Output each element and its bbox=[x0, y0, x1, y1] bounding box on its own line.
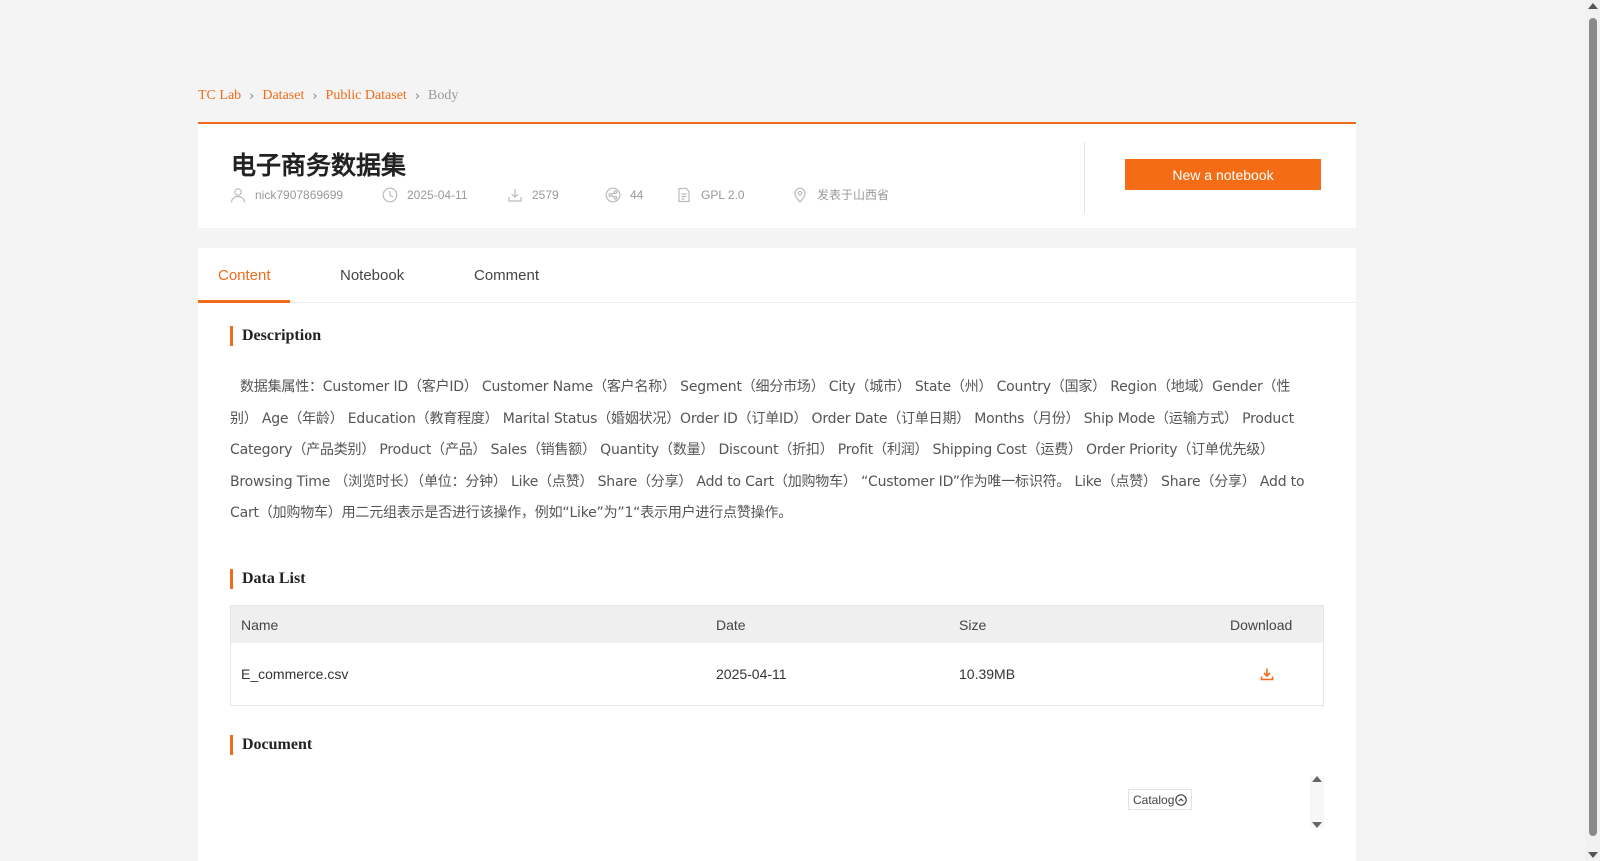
location-pin-icon bbox=[794, 187, 806, 203]
tab-bar: Content Notebook Comment bbox=[198, 248, 1356, 303]
table-header: Name Date Size Download bbox=[231, 606, 1323, 643]
chevron-up-circle-icon bbox=[1175, 793, 1188, 806]
meta-downloads: 2579 bbox=[507, 187, 605, 203]
tab-content[interactable]: Content bbox=[218, 267, 271, 284]
page: TC Lab › Dataset › Public Dataset › Body… bbox=[0, 0, 1600, 861]
download-icon bbox=[508, 188, 522, 202]
dataset-header: 电子商务数据集 nick7907869699 2025-04-11 2579 4… bbox=[198, 122, 1356, 228]
download-button[interactable] bbox=[1259, 666, 1275, 682]
file-name[interactable]: E_commerce.csv bbox=[241, 666, 348, 682]
license: GPL 2.0 bbox=[701, 187, 745, 202]
download-count: 2579 bbox=[532, 187, 559, 202]
breadcrumb-separator: › bbox=[312, 88, 318, 104]
scroll-up-arrow-icon[interactable] bbox=[1588, 3, 1598, 9]
new-notebook-button[interactable]: New a notebook bbox=[1125, 159, 1321, 190]
dataset-meta: nick7907869699 2025-04-11 2579 44 GPL 2.… bbox=[230, 186, 889, 203]
description-heading: Description bbox=[230, 326, 321, 346]
data-list-heading: Data List bbox=[230, 569, 306, 589]
table-row: E_commerce.csv 2025-04-11 10.39MB bbox=[231, 643, 1323, 705]
col-name: Name bbox=[241, 616, 279, 633]
breadcrumb-public-dataset[interactable]: Public Dataset bbox=[326, 88, 407, 104]
scroll-down-arrow-icon[interactable] bbox=[1312, 822, 1322, 828]
share-icon bbox=[605, 187, 621, 202]
dataset-title: 电子商务数据集 bbox=[231, 151, 407, 180]
col-download: Download bbox=[1230, 616, 1293, 633]
author-name[interactable]: nick7907869699 bbox=[255, 188, 343, 202]
scroll-down-arrow-icon[interactable] bbox=[1588, 852, 1598, 858]
meta-location: 发表于山西省 bbox=[792, 186, 889, 203]
breadcrumb-separator: › bbox=[249, 88, 255, 104]
scroll-up-arrow-icon[interactable] bbox=[1312, 776, 1322, 782]
data-list-table: Name Date Size Download E_commerce.csv 2… bbox=[230, 605, 1324, 706]
header-divider bbox=[1084, 142, 1085, 213]
breadcrumb-separator: › bbox=[414, 88, 421, 104]
document-icon bbox=[678, 187, 690, 202]
col-date: Date bbox=[716, 616, 746, 633]
page-scrollbar[interactable] bbox=[1585, 0, 1600, 861]
breadcrumb: TC Lab › Dataset › Public Dataset › Body bbox=[198, 88, 458, 104]
catalog-label: Catalog bbox=[1133, 792, 1175, 807]
breadcrumb-dataset[interactable]: Dataset bbox=[262, 88, 304, 104]
description-text: 数据集属性：Customer ID（客户ID） Customer Name（客户… bbox=[230, 379, 1305, 521]
meta-license: GPL 2.0 bbox=[676, 187, 792, 203]
breadcrumb-current: Body bbox=[428, 88, 459, 103]
scrollbar-thumb[interactable] bbox=[1589, 18, 1597, 836]
content-panel: Content Notebook Comment Description 数据集… bbox=[198, 248, 1356, 861]
meta-shares: 44 bbox=[605, 187, 676, 203]
tab-comment[interactable]: Comment bbox=[474, 267, 539, 284]
file-size: 10.39MB bbox=[959, 666, 1016, 682]
tab-notebook[interactable]: Notebook bbox=[340, 267, 404, 284]
active-tab-indicator bbox=[198, 300, 290, 303]
download-icon bbox=[1260, 668, 1274, 681]
col-size: Size bbox=[959, 616, 987, 633]
breadcrumb-tc-lab[interactable]: TC Lab bbox=[198, 88, 241, 104]
document-heading: Document bbox=[230, 735, 312, 755]
location: 发表于山西省 bbox=[817, 188, 890, 202]
share-count: 44 bbox=[630, 187, 644, 202]
document-scrollbar[interactable] bbox=[1310, 776, 1324, 828]
catalog-button[interactable]: Catalog bbox=[1128, 789, 1193, 810]
clock-icon bbox=[382, 187, 398, 202]
user-icon bbox=[230, 187, 246, 203]
meta-date: 2025-04-11 bbox=[382, 187, 507, 203]
meta-author: nick7907869699 bbox=[230, 187, 382, 203]
publish-date: 2025-04-11 bbox=[407, 187, 468, 202]
file-date: 2025-04-11 bbox=[716, 666, 787, 682]
